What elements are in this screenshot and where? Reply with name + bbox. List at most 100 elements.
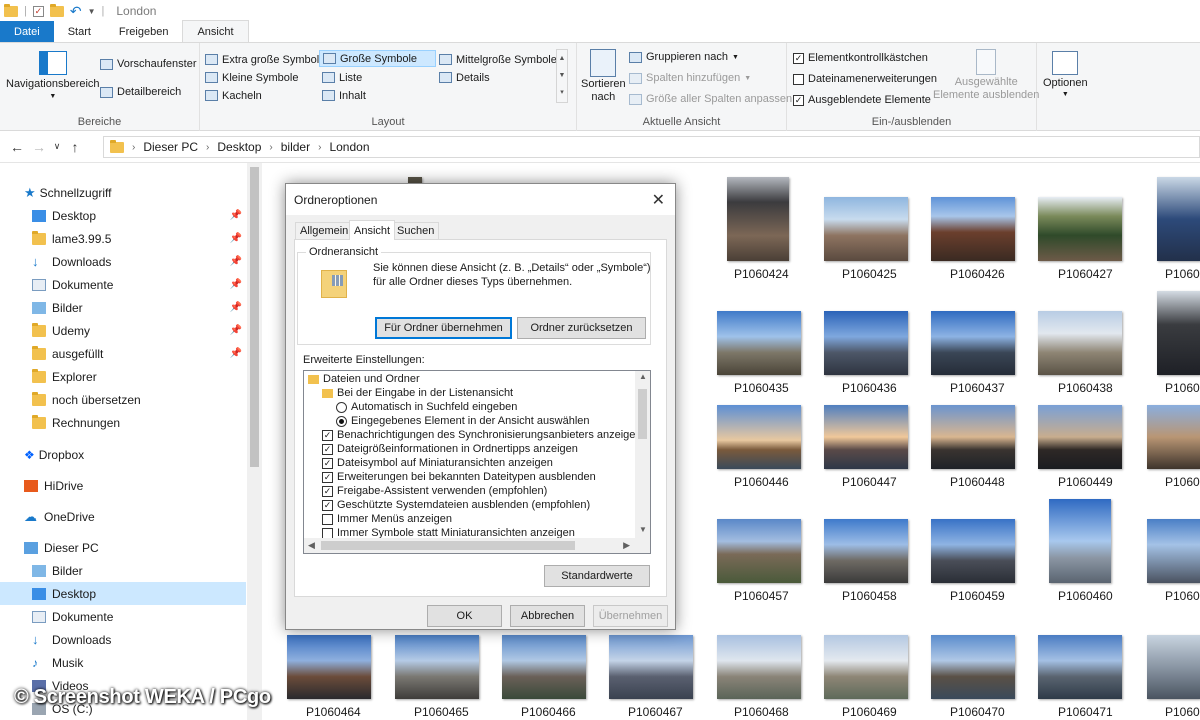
ordner-zuruecksetzen-button[interactable]: Ordner zurücksetzen bbox=[517, 317, 646, 339]
properties-icon[interactable]: ✓ bbox=[32, 5, 44, 17]
radio-automatisch-suchfeld[interactable]: Automatisch in Suchfeld eingeben bbox=[336, 400, 517, 414]
pin-icon[interactable]: 📌 bbox=[230, 210, 242, 221]
undo-icon[interactable]: ↶ bbox=[70, 3, 82, 20]
tab-suchen[interactable]: Suchen bbox=[392, 222, 440, 239]
sidebar-item-explorer[interactable]: Explorer bbox=[0, 365, 246, 388]
groesse-anpassen-button[interactable]: Größe aller Spalten anpassen bbox=[629, 93, 792, 105]
tree-vertical-scrollbar[interactable]: ▲ ▼ bbox=[635, 371, 650, 538]
layout-large-icons[interactable]: Große Symbole bbox=[319, 50, 436, 67]
standardwerte-button[interactable]: Standardwerte bbox=[544, 565, 650, 587]
tree-horizontal-scrollbar[interactable]: ◀ ▶ bbox=[304, 538, 650, 553]
navigationsbereich-button[interactable]: Navigationsbereich ▼ bbox=[6, 51, 100, 100]
chevron-right-icon[interactable]: ▶ bbox=[623, 540, 630, 551]
vorschaufenster-button[interactable]: Vorschaufenster bbox=[100, 58, 197, 70]
tab-allgemein[interactable]: Allgemein bbox=[295, 222, 354, 239]
breadcrumb-item[interactable]: Desktop bbox=[217, 140, 261, 154]
sidebar-item-onedrive[interactable]: ☁ OneDrive bbox=[0, 505, 246, 528]
new-folder-icon[interactable] bbox=[49, 3, 64, 17]
advanced-settings-tree[interactable]: Dateien und Ordner Bei der Eingabe in de… bbox=[303, 370, 651, 554]
optionen-button[interactable]: Optionen ▼ bbox=[1043, 51, 1088, 98]
sidebar-item-ausgefuellt[interactable]: ausgefüllt 📌 bbox=[0, 342, 246, 365]
spalten-hinzufuegen-button[interactable]: Spalten hinzufügen ▼ bbox=[629, 72, 751, 84]
ausgeblendete-elemente-checkbox[interactable]: ✓ Ausgeblendete Elemente bbox=[793, 94, 931, 106]
breadcrumb-item[interactable]: London bbox=[329, 140, 369, 154]
sidebar-item-hidrive[interactable]: HiDrive bbox=[0, 474, 246, 497]
elementkontrollkaestchen-checkbox[interactable]: ✓ Elementkontrollkästchen bbox=[793, 52, 928, 64]
sidebar-item-dokumente-pc[interactable]: Dokumente bbox=[0, 605, 246, 628]
sidebar-item-bilder-pc[interactable]: Bilder bbox=[0, 559, 246, 582]
radio-element-auswaehlen[interactable]: Eingegebenes Element in der Ansicht ausw… bbox=[336, 414, 590, 428]
layout-scroll[interactable]: ▲ ▼ ▾ bbox=[556, 49, 568, 103]
uebernehmen-button[interactable]: Übernehmen bbox=[593, 605, 668, 627]
sidebar-item-label: Dropbox bbox=[38, 447, 85, 462]
sidebar-item-lame[interactable]: lame3.99.5 📌 bbox=[0, 227, 246, 250]
breadcrumb-item[interactable]: bilder bbox=[281, 140, 310, 154]
photo-thumbnail bbox=[717, 405, 801, 469]
sidebar-item-downloads-pc[interactable]: ↓ Downloads bbox=[0, 628, 246, 651]
pin-icon[interactable]: 📌 bbox=[230, 279, 242, 290]
check-freigabe-assistent[interactable]: ✓ Freigabe-Assistent verwenden (empfohlen… bbox=[322, 484, 547, 498]
tab-ansicht[interactable]: Ansicht bbox=[182, 20, 249, 42]
pin-icon[interactable]: 📌 bbox=[230, 325, 242, 336]
layout-small-icons[interactable]: Kleine Symbole bbox=[202, 69, 301, 86]
sidebar-item-udemy[interactable]: Udemy 📌 bbox=[0, 319, 246, 342]
close-icon[interactable]: ✕ bbox=[652, 190, 665, 210]
layout-details[interactable]: Details bbox=[436, 69, 493, 86]
ok-button[interactable]: OK bbox=[427, 605, 502, 627]
tab-datei[interactable]: Datei bbox=[0, 21, 54, 42]
check-sync-benachrichtigungen[interactable]: ✓ Benachrichtigungen des Synchronisierung… bbox=[322, 428, 642, 442]
up-arrow-icon[interactable]: ↑ bbox=[64, 139, 86, 155]
tab-start[interactable]: Start bbox=[54, 21, 105, 42]
chevron-left-icon[interactable]: ◀ bbox=[308, 540, 315, 551]
sidebar-item-rechnungen[interactable]: Rechnungen bbox=[0, 411, 246, 434]
check-immer-menues[interactable]: Immer Menüs anzeigen bbox=[322, 512, 452, 526]
sidebar-scrollbar[interactable] bbox=[247, 163, 262, 720]
sidebar-item-musik[interactable]: ♪ Musik bbox=[0, 651, 246, 674]
sidebar-item-desktop-pc[interactable]: Desktop bbox=[0, 582, 246, 605]
sidebar-item-noch-uebersetzen[interactable]: noch übersetzen bbox=[0, 388, 246, 411]
check-dateigroesse-ordnertipps[interactable]: ✓ Dateigrößeinformationen in Ordnertipps … bbox=[322, 442, 578, 456]
recent-locations-icon[interactable]: ∨ bbox=[50, 141, 64, 152]
forward-arrow-icon[interactable]: → bbox=[28, 139, 50, 155]
tree-label: Bei der Eingabe in der Listenansicht bbox=[337, 387, 514, 399]
check-dateisymbol-miniaturen[interactable]: ✓ Dateisymbol auf Miniaturansichten anzei… bbox=[322, 456, 553, 470]
sidebar-item-dropbox[interactable]: ❖ Dropbox bbox=[0, 443, 246, 466]
fuer-ordner-uebernehmen-button[interactable]: Für Ordner übernehmen bbox=[375, 317, 512, 339]
breadcrumb-item[interactable]: Dieser PC bbox=[143, 140, 198, 154]
dateinamenerweiterungen-checkbox[interactable]: Dateinamenerweiterungen bbox=[793, 73, 937, 85]
pin-icon[interactable]: 📌 bbox=[230, 302, 242, 313]
pin-icon[interactable]: 📌 bbox=[230, 256, 242, 267]
sidebar-item-dokumente[interactable]: Dokumente 📌 bbox=[0, 273, 246, 296]
sidebar-item-downloads[interactable]: ↓ Downloads 📌 bbox=[0, 250, 246, 273]
detailbereich-button[interactable]: Detailbereich bbox=[100, 86, 181, 98]
sortieren-button[interactable]: Sortieren nach bbox=[581, 49, 626, 103]
layout-list[interactable]: Liste bbox=[319, 69, 365, 86]
chevron-down-icon[interactable]: ▼ bbox=[639, 525, 647, 534]
pin-icon[interactable]: 📌 bbox=[230, 348, 242, 359]
layout-tiles[interactable]: Kacheln bbox=[202, 87, 265, 104]
scrollbar-thumb[interactable] bbox=[250, 167, 259, 467]
layout-extra-large-icons[interactable]: Extra große Symbole bbox=[202, 51, 328, 68]
abbrechen-button[interactable]: Abbrechen bbox=[510, 605, 585, 627]
tree-label: Benachrichtigungen des Synchronisierungs… bbox=[337, 429, 642, 441]
check-erweiterungen-ausblenden[interactable]: ✓ Erweiterungen bei bekannten Dateitypen … bbox=[322, 470, 596, 484]
scrollbar-thumb[interactable] bbox=[638, 389, 647, 439]
scrollbar-thumb[interactable] bbox=[321, 541, 575, 550]
layout-content[interactable]: Inhalt bbox=[319, 87, 369, 104]
sidebar-item-desktop[interactable]: Desktop 📌 bbox=[0, 204, 246, 227]
ausgewaehlte-ausblenden-button[interactable]: Ausgewählte Elemente ausblenden bbox=[933, 49, 1039, 101]
photo-thumbnail bbox=[609, 635, 693, 699]
gruppieren-button[interactable]: Gruppieren nach ▼ bbox=[629, 51, 739, 63]
pin-icon[interactable]: 📌 bbox=[230, 233, 242, 244]
tab-ansicht[interactable]: Ansicht bbox=[349, 220, 396, 240]
sidebar-item-schnellzugriff[interactable]: ★ Schnellzugriff bbox=[0, 181, 246, 204]
sidebar-item-bilder[interactable]: Bilder 📌 bbox=[0, 296, 246, 319]
check-systemdateien-ausblenden[interactable]: ✓ Geschützte Systemdateien ausblenden (em… bbox=[322, 498, 590, 512]
tab-freigeben[interactable]: Freigeben bbox=[105, 21, 183, 42]
chevron-down-icon[interactable]: ▼ bbox=[88, 7, 96, 16]
back-arrow-icon[interactable]: ← bbox=[6, 139, 28, 155]
sidebar-item-dieser-pc[interactable]: Dieser PC bbox=[0, 536, 246, 559]
chevron-up-icon[interactable]: ▲ bbox=[639, 372, 647, 381]
breadcrumb[interactable]: › Dieser PC › Desktop › bilder › London bbox=[103, 136, 1200, 158]
layout-medium-icons[interactable]: Mittelgroße Symbole bbox=[436, 51, 560, 68]
